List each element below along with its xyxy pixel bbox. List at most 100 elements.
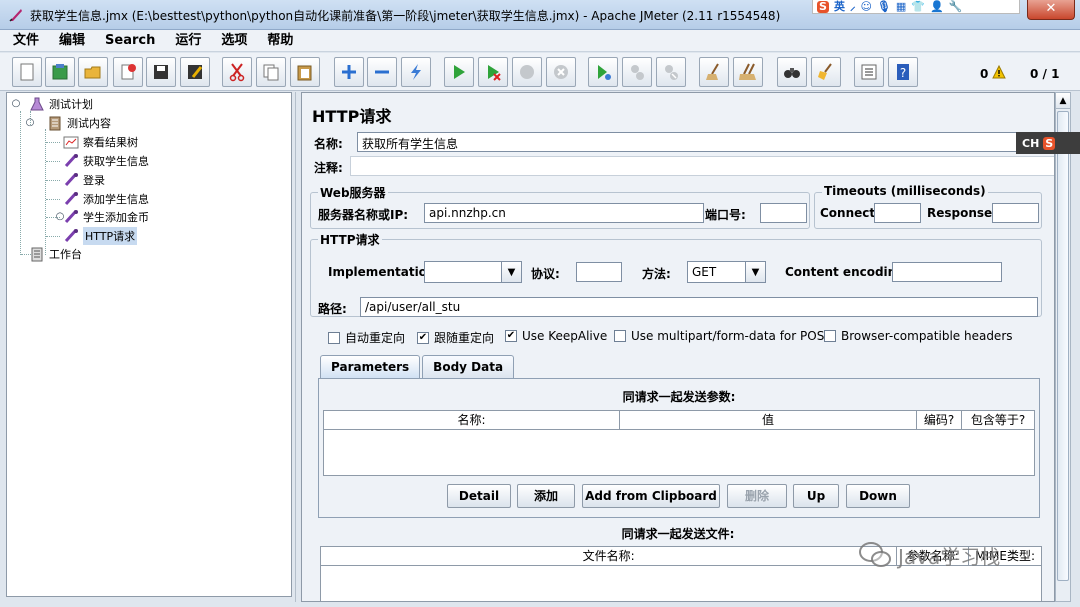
templates-button[interactable] — [45, 57, 75, 87]
ime-indicator[interactable]: CH S — [1016, 132, 1080, 154]
up-button[interactable]: Up — [793, 484, 839, 508]
paste-button[interactable] — [290, 57, 320, 87]
menu-options[interactable]: 选项 — [208, 30, 254, 51]
remote-shutdown-icon — [665, 65, 678, 80]
shutdown-button[interactable] — [546, 57, 576, 87]
detail-button[interactable]: Detail — [447, 484, 511, 508]
tree-node-http-request[interactable]: HTTP请求 — [63, 227, 138, 245]
remote-shutdown-button[interactable] — [656, 57, 686, 87]
emoji-icon[interactable]: ☺ — [860, 0, 871, 13]
start-button[interactable] — [444, 57, 474, 87]
files-table-body[interactable] — [320, 566, 1042, 601]
toggle-button[interactable] — [401, 57, 431, 87]
tab-body-data[interactable]: Body Data — [422, 355, 515, 379]
follow-redirect-checkbox[interactable]: ✔ 跟随重定向 — [417, 329, 494, 346]
tree-node-login[interactable]: 登录 — [63, 171, 105, 189]
tree-node-add-student[interactable]: 添加学生信息 — [63, 190, 149, 208]
expand-all-button[interactable] — [334, 57, 364, 87]
copy-button[interactable] — [256, 57, 286, 87]
menu-edit[interactable]: 编辑 — [46, 30, 92, 51]
stop-button[interactable] — [512, 57, 542, 87]
tools-icon[interactable]: 🔧 — [949, 0, 963, 13]
protocol-input[interactable] — [576, 262, 622, 282]
scroll-up-icon[interactable]: ▲ — [1056, 93, 1070, 109]
name-input[interactable]: 获取所有学生信息 — [357, 132, 1054, 152]
close-button[interactable] — [113, 57, 143, 87]
add-from-clipboard-button[interactable]: Add from Clipboard — [582, 484, 720, 508]
comment-input[interactable] — [350, 156, 1054, 176]
window-close-button[interactable]: ✕ — [1027, 0, 1075, 20]
delete-button[interactable]: 删除 — [727, 484, 787, 508]
reset-search-button[interactable] — [811, 57, 841, 87]
server-label: 服务器名称或IP: — [318, 208, 409, 222]
warning-icon[interactable] — [992, 65, 1006, 79]
cut-button[interactable] — [222, 57, 252, 87]
new-button[interactable] — [12, 57, 42, 87]
connect-label: Connect: — [820, 206, 880, 220]
tree-node-thread-group[interactable]: 测试内容 — [47, 114, 111, 132]
add-button[interactable]: 添加 — [517, 484, 575, 508]
files-col-filename[interactable]: 文件名称: — [321, 547, 898, 565]
sampler-pipette-icon — [63, 153, 79, 169]
function-helper-button[interactable] — [854, 57, 884, 87]
collapse-all-button[interactable] — [367, 57, 397, 87]
menu-run[interactable]: 运行 — [162, 30, 208, 51]
params-col-include-equals[interactable]: 包含等于? — [962, 411, 1034, 429]
keepalive-checkbox[interactable]: ✔ Use KeepAlive — [505, 329, 607, 343]
save-as-button[interactable] — [180, 57, 210, 87]
tree-node-workbench[interactable]: 工作台 — [29, 245, 82, 263]
punctuation-icon[interactable]: ⸝ — [850, 0, 856, 13]
tree-node-view-results[interactable]: 察看结果树 — [63, 133, 138, 151]
search-button[interactable] — [777, 57, 807, 87]
tree-node-get-student-info[interactable]: 获取学生信息 — [63, 152, 149, 170]
params-table-body[interactable] — [323, 430, 1035, 476]
multipart-checkbox[interactable]: Use multipart/form-data for POST — [614, 329, 832, 343]
connect-input[interactable] — [874, 203, 921, 223]
menu-search[interactable]: Search — [92, 30, 162, 51]
skin-icon[interactable]: 👕 — [911, 0, 925, 13]
server-input[interactable]: api.nnzhp.cn — [424, 203, 704, 223]
response-input[interactable] — [992, 203, 1039, 223]
clear-all-button[interactable] — [733, 57, 763, 87]
method-select[interactable]: GET ▼ — [687, 261, 766, 283]
params-col-encode[interactable]: 编码? — [917, 411, 962, 429]
panel-vertical-scrollbar[interactable]: ▲ — [1055, 92, 1071, 602]
tree-expander-test-plan[interactable]: ○ — [11, 99, 21, 109]
user-icon[interactable]: 👤 — [930, 0, 944, 13]
jmeter-feather-icon — [9, 9, 22, 22]
tree-node-add-gold[interactable]: 学生添加金币 — [63, 208, 149, 226]
path-input[interactable]: /api/user/all_stu — [360, 297, 1038, 317]
keyboard-icon[interactable]: ▦ — [896, 0, 906, 13]
sampler-pipette-icon — [63, 209, 79, 225]
implementation-select[interactable]: ▼ — [424, 261, 522, 283]
tree-expander-thread-group[interactable]: ○ — [25, 118, 35, 128]
down-button[interactable]: Down — [846, 484, 910, 508]
port-input[interactable] — [760, 203, 807, 223]
params-col-name[interactable]: 名称: — [324, 411, 620, 429]
listener-icon — [63, 134, 79, 150]
clear-button[interactable] — [699, 57, 729, 87]
browser-headers-checkbox[interactable]: Browser-compatible headers — [824, 329, 1013, 343]
sampler-pipette-icon — [63, 228, 79, 244]
save-as-icon — [188, 65, 203, 79]
open-button[interactable] — [78, 57, 108, 87]
tab-parameters[interactable]: Parameters — [320, 355, 421, 379]
mic-icon[interactable]: 🎙 — [877, 0, 891, 13]
panel-splitter[interactable] — [292, 92, 300, 602]
scroll-thumb[interactable] — [1057, 111, 1069, 581]
params-col-value[interactable]: 值 — [620, 411, 917, 429]
content-encoding-input[interactable] — [892, 262, 1002, 282]
help-button[interactable]: ? — [888, 57, 918, 87]
language-icon[interactable]: 英 — [834, 0, 845, 13]
start-no-pause-button[interactable] — [478, 57, 508, 87]
save-button[interactable] — [146, 57, 176, 87]
remote-start-button[interactable] — [588, 57, 618, 87]
menu-file[interactable]: 文件 — [0, 30, 46, 51]
start-icon — [454, 65, 465, 79]
remote-stop-button[interactable] — [622, 57, 652, 87]
auto-redirect-checkbox[interactable]: 自动重定向 — [328, 329, 405, 346]
tree-node-test-plan[interactable]: 测试计划 — [29, 95, 93, 113]
help-icon: ? — [897, 64, 909, 80]
error-count: 0 — [980, 67, 989, 81]
menu-help[interactable]: 帮助 — [254, 30, 300, 51]
